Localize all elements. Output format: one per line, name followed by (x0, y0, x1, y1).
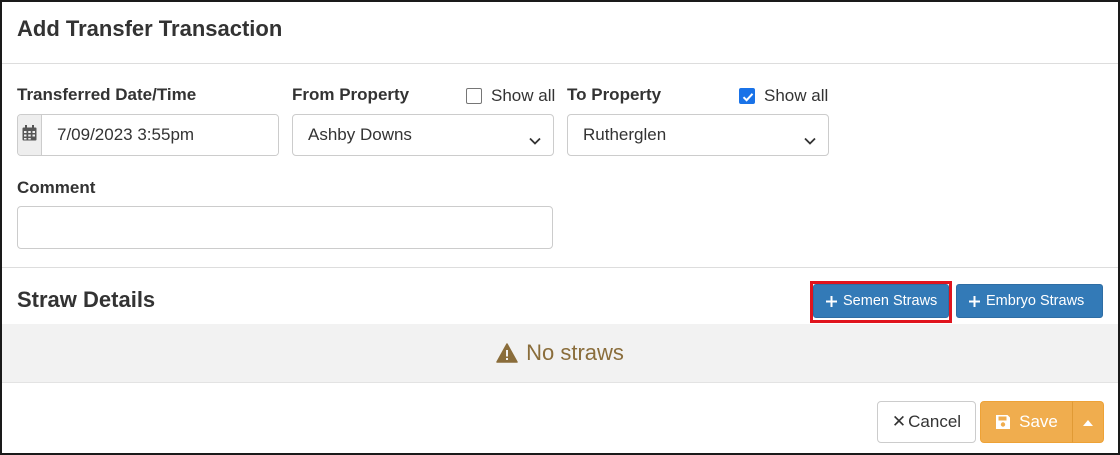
from-show-all-toggle[interactable]: Show all (466, 86, 555, 106)
save-label: Save (1019, 412, 1058, 431)
transferred-date-field[interactable] (17, 114, 279, 156)
straw-details-title: Straw Details (17, 287, 156, 312)
save-button[interactable]: Save (980, 401, 1073, 443)
no-straws-message: No straws (526, 340, 624, 365)
no-straws-panel: No straws (2, 324, 1118, 383)
close-icon: ✕ (891, 412, 907, 431)
calendar-icon (22, 124, 37, 146)
from-property-value: Ashby Downs (308, 125, 412, 144)
section-divider (2, 267, 1118, 268)
from-show-all-label: Show all (491, 86, 556, 105)
comment-input[interactable] (17, 206, 553, 249)
plus-icon (969, 295, 980, 307)
embryo-straws-label: Embryo Straws (986, 293, 1085, 309)
from-show-all-checkbox[interactable] (466, 88, 482, 104)
calendar-button[interactable] (18, 115, 42, 155)
chevron-down-icon (529, 130, 541, 150)
cancel-label: Cancel (908, 412, 962, 431)
transferred-date-input[interactable] (42, 115, 278, 155)
to-show-all-toggle[interactable]: Show all (739, 86, 828, 106)
comment-label: Comment (17, 178, 96, 197)
to-show-all-label: Show all (764, 86, 829, 105)
highlight-box (810, 281, 952, 323)
to-property-label: To Property (567, 85, 662, 104)
dialog-header: Add Transfer Transaction (2, 2, 1118, 64)
chevron-down-icon (804, 130, 816, 150)
to-property-value: Rutherglen (583, 125, 667, 144)
to-property-select[interactable]: Rutherglen (567, 114, 829, 156)
warning-icon (496, 343, 518, 363)
cancel-button[interactable]: ✕ Cancel (877, 401, 976, 443)
caret-up-icon (1083, 413, 1093, 431)
from-property-label: From Property (292, 85, 410, 104)
from-property-select[interactable]: Ashby Downs (292, 114, 554, 156)
dialog-title: Add Transfer Transaction (17, 16, 283, 41)
transferred-date-label: Transferred Date/Time (17, 85, 197, 104)
add-transfer-dialog: Add Transfer Transaction Transferred Dat… (0, 0, 1120, 455)
save-icon (995, 414, 1011, 430)
add-embryo-straws-button[interactable]: Embryo Straws (956, 284, 1103, 318)
save-options-dropdown[interactable] (1072, 401, 1104, 443)
check-icon (742, 93, 754, 102)
to-show-all-checkbox[interactable] (739, 88, 755, 104)
